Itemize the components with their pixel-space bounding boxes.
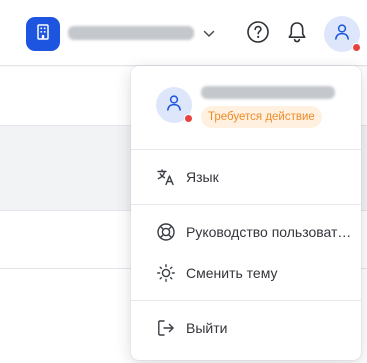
- help-button[interactable]: [246, 20, 270, 49]
- user-menu-dropdown: Требуется действие Язык Руководство поль…: [131, 66, 361, 360]
- top-bar: [0, 0, 367, 66]
- menu-item-label: Язык: [186, 169, 219, 185]
- building-icon: [34, 23, 52, 46]
- menu-item-label: Сменить тему: [186, 265, 278, 281]
- menu-item-label: Руководство пользователя: [186, 224, 356, 240]
- lifebuoy-icon: [156, 222, 176, 242]
- bell-icon: [286, 20, 308, 49]
- avatar: [156, 87, 193, 123]
- menu-item-label: Выйти: [186, 320, 228, 336]
- user-avatar-button[interactable]: [324, 16, 361, 52]
- status-dot: [352, 43, 361, 52]
- logout-icon: [156, 318, 176, 338]
- user-menu-header: Требуется действие: [131, 66, 361, 149]
- menu-divider: [131, 149, 361, 150]
- organization-name[interactable]: [68, 26, 194, 40]
- user-icon: [333, 23, 351, 46]
- action-required-badge[interactable]: Требуется действие: [201, 106, 322, 128]
- notifications-button[interactable]: [285, 21, 309, 47]
- menu-item-change-theme[interactable]: Сменить тему: [131, 253, 361, 293]
- user-name: [201, 86, 335, 99]
- chevron-down-icon[interactable]: [202, 27, 216, 41]
- sun-icon: [156, 263, 176, 283]
- menu-divider: [131, 300, 361, 301]
- user-icon: [165, 94, 183, 117]
- status-dot: [184, 114, 193, 123]
- menu-item-logout[interactable]: Выйти: [131, 308, 361, 348]
- organization-logo[interactable]: [26, 17, 60, 51]
- help-icon: [246, 20, 270, 49]
- menu-divider: [131, 204, 361, 205]
- menu-item-language[interactable]: Язык: [131, 157, 361, 197]
- menu-item-user-guide[interactable]: Руководство пользователя: [131, 212, 361, 252]
- translate-icon: [156, 167, 176, 187]
